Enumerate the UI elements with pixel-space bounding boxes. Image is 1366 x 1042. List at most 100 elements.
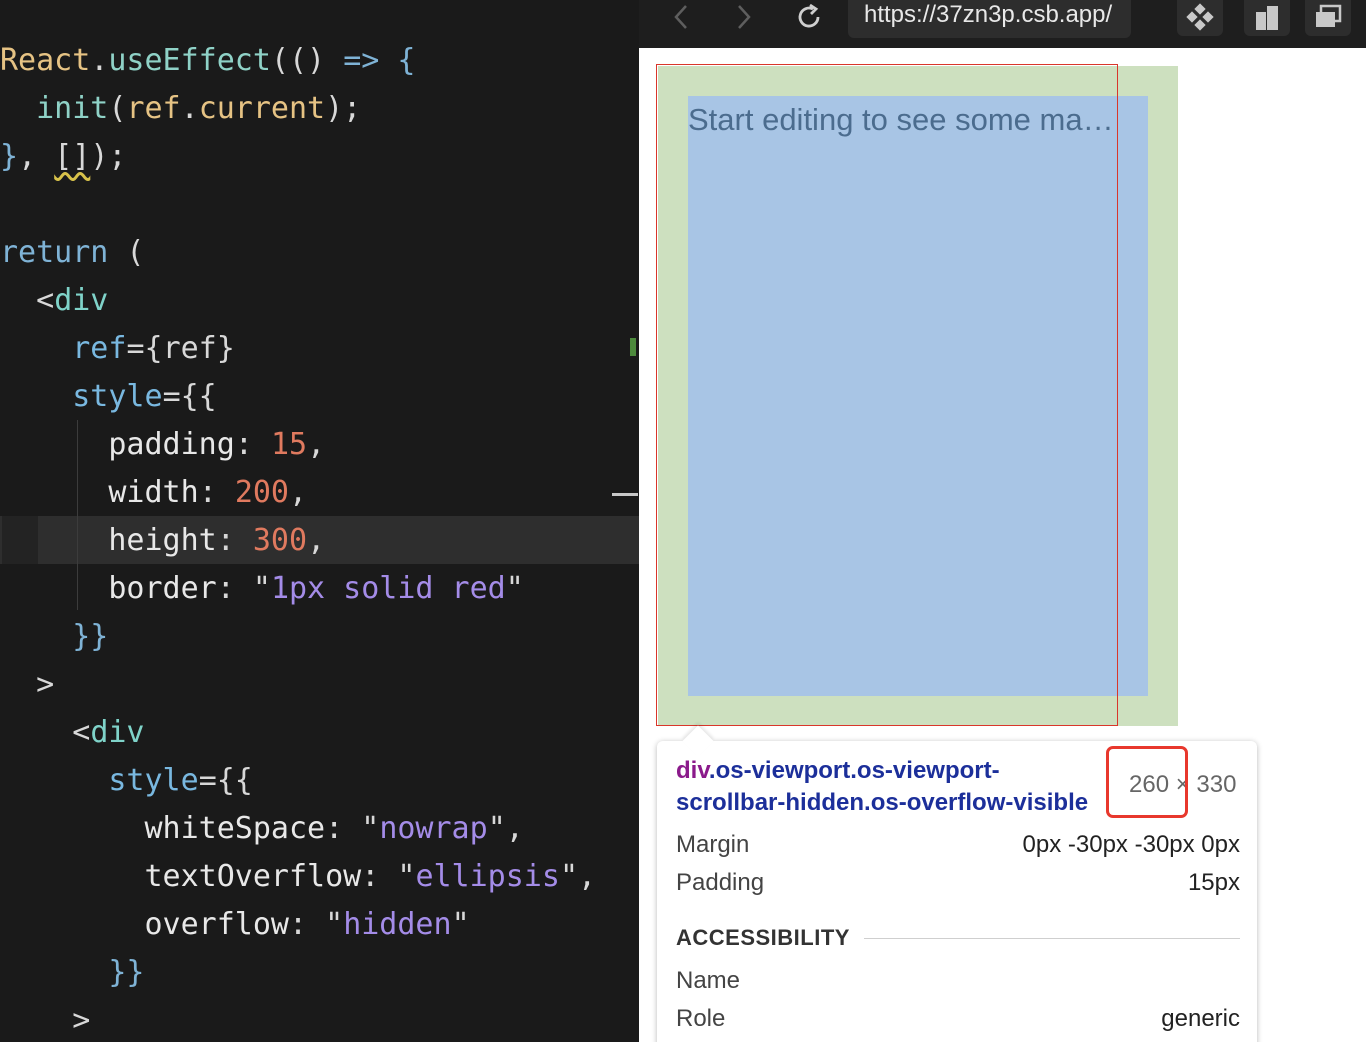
code-line[interactable]: React.useEffect(() => { bbox=[0, 37, 415, 85]
code-token: " bbox=[451, 907, 470, 942]
split-view-button[interactable] bbox=[1244, 0, 1290, 36]
code-editor[interactable]: React.useEffect(() => { init(ref.current… bbox=[0, 0, 639, 1042]
code-token: : " bbox=[325, 811, 380, 846]
element-picker-button[interactable] bbox=[1177, 0, 1223, 36]
element-tag: div bbox=[676, 757, 709, 784]
code-token: border bbox=[108, 571, 217, 606]
size-annotation-box bbox=[1106, 746, 1188, 818]
code-line[interactable]: }} bbox=[0, 613, 108, 661]
code-line[interactable]: height: 300, bbox=[0, 517, 325, 565]
code-token: whiteSpace bbox=[144, 811, 326, 846]
scrollbar-change-marker bbox=[630, 338, 636, 356]
code-token: textOverflow bbox=[144, 859, 362, 894]
role-label: Role bbox=[676, 1005, 726, 1032]
code-token: ); bbox=[325, 91, 362, 126]
code-token: style bbox=[108, 763, 199, 798]
code-token: ref bbox=[126, 91, 181, 126]
windows-icon bbox=[1316, 4, 1342, 27]
code-token: }} bbox=[108, 955, 145, 990]
split-icon bbox=[1256, 6, 1278, 30]
name-row: Name bbox=[676, 967, 1240, 995]
code-token: } bbox=[216, 331, 235, 366]
code-token: init bbox=[36, 91, 109, 126]
code-token: height bbox=[108, 523, 217, 558]
code-line[interactable]: whiteSpace: "nowrap", bbox=[0, 805, 524, 853]
code-token: , bbox=[289, 475, 308, 510]
code-token: { bbox=[397, 43, 416, 78]
code-line[interactable]: border: "1px solid red" bbox=[0, 565, 524, 613]
code-token: , bbox=[307, 427, 326, 462]
code-token: overflow bbox=[144, 907, 290, 942]
browser-preview: https://37zn3p.csb.app/ Start editing to… bbox=[639, 0, 1366, 1042]
code-line[interactable]: init(ref.current); bbox=[0, 85, 361, 133]
code-token: > bbox=[0, 1003, 91, 1038]
code-line[interactable]: }, []); bbox=[0, 133, 126, 181]
code-token: padding bbox=[108, 427, 235, 462]
forward-icon[interactable] bbox=[730, 0, 758, 34]
padding-row: Padding 15px bbox=[676, 869, 1240, 897]
code-token: . bbox=[180, 91, 199, 126]
code-line[interactable]: style={{ bbox=[0, 373, 217, 421]
code-token: ={ bbox=[126, 331, 163, 366]
margin-label: Margin bbox=[676, 831, 750, 858]
code-token: }} bbox=[72, 619, 109, 654]
code-token: nowrap bbox=[379, 811, 488, 846]
code-token: : " bbox=[216, 571, 271, 606]
code-line[interactable]: overflow: "hidden" bbox=[0, 901, 470, 949]
code-line[interactable]: padding: 15, bbox=[0, 421, 325, 469]
code-token: ( bbox=[108, 235, 145, 270]
code-token: , bbox=[307, 523, 326, 558]
back-icon[interactable] bbox=[667, 0, 695, 34]
padding-value: 15px bbox=[1187, 869, 1240, 896]
code-line[interactable]: width: 200, bbox=[0, 469, 307, 517]
code-line[interactable]: ref={ref} bbox=[0, 325, 235, 373]
code-token: 15 bbox=[270, 427, 308, 462]
role-row: Role generic bbox=[676, 1005, 1240, 1033]
code-token: 1px solid red bbox=[270, 571, 506, 606]
code-line[interactable]: textOverflow: "ellipsis", bbox=[0, 853, 597, 901]
code-line[interactable]: style={{ bbox=[0, 757, 253, 805]
reload-icon[interactable] bbox=[791, 0, 827, 34]
margin-row: Margin 0px -30px -30px 0px bbox=[676, 831, 1240, 859]
code-token: return bbox=[0, 235, 109, 270]
code-line[interactable]: <div bbox=[0, 709, 144, 757]
code-line[interactable]: <div bbox=[0, 277, 108, 325]
code-line[interactable]: > bbox=[0, 997, 90, 1042]
code-line[interactable]: > bbox=[0, 661, 54, 709]
section-divider bbox=[863, 937, 1240, 939]
code-token: < bbox=[0, 283, 55, 318]
code-line[interactable]: }} bbox=[0, 949, 145, 997]
code-token: : bbox=[234, 427, 271, 462]
accessibility-section-title: ACCESSIBILITY bbox=[676, 925, 1240, 951]
code-token: " bbox=[505, 571, 524, 606]
url-bar[interactable]: https://37zn3p.csb.app/ bbox=[848, 0, 1131, 38]
tooltip-arrow bbox=[682, 725, 714, 757]
role-value: generic bbox=[1161, 1005, 1240, 1032]
code-token: ref bbox=[72, 331, 127, 366]
code-token: => bbox=[343, 43, 380, 78]
new-window-button[interactable] bbox=[1305, 0, 1351, 36]
url-text: https://37zn3p.csb.app/ bbox=[864, 1, 1113, 28]
code-token: ); bbox=[90, 139, 127, 174]
scrollbar-position-marker[interactable] bbox=[612, 493, 638, 496]
code-token: ref bbox=[162, 331, 217, 366]
code-token: ", bbox=[559, 859, 597, 894]
code-token: : bbox=[198, 475, 235, 510]
grid-icon bbox=[1186, 3, 1214, 31]
accessibility-title: ACCESSIBILITY bbox=[676, 925, 850, 950]
code-line[interactable]: return ( bbox=[0, 229, 145, 277]
code-token: div bbox=[54, 283, 109, 318]
code-token: hidden bbox=[343, 907, 452, 942]
code-token: current bbox=[198, 91, 326, 126]
code-token: } bbox=[0, 139, 19, 174]
element-selector: div.os-viewport.os-viewport-scrollbar-hi… bbox=[676, 755, 1106, 819]
